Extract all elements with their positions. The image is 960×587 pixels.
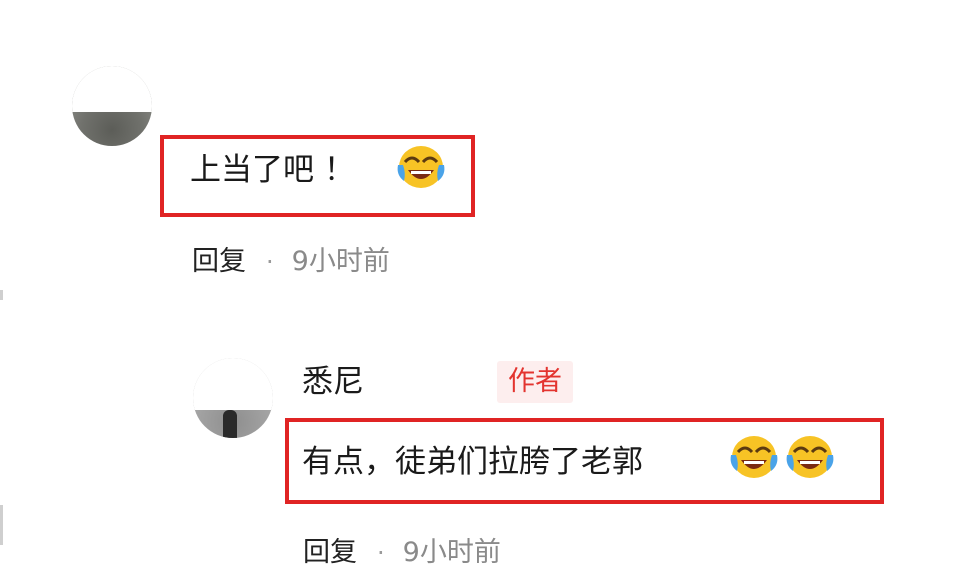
comment-meta: 回复 · 9小时前 bbox=[303, 536, 501, 570]
edge-artifact bbox=[0, 290, 3, 300]
meta-separator: · bbox=[377, 539, 385, 567]
author-badge: 作者 bbox=[497, 361, 573, 403]
comment-timestamp: 9小时前 bbox=[402, 537, 501, 568]
reply-button[interactable]: 回复 bbox=[192, 245, 246, 279]
reply-button[interactable]: 回复 bbox=[303, 536, 357, 570]
crying-laughing-emoji-icon bbox=[786, 436, 834, 478]
commenter-avatar[interactable] bbox=[72, 66, 152, 146]
comment-timestamp: 9小时前 bbox=[291, 246, 390, 277]
avatar-figure bbox=[223, 410, 237, 438]
comment-meta: 回复 · 9小时前 bbox=[192, 245, 390, 279]
edge-artifact bbox=[0, 505, 3, 545]
crying-laughing-emoji-icon bbox=[730, 436, 778, 478]
comment-text: 有点，徒弟们拉胯了老郭 bbox=[302, 444, 643, 480]
author-avatar[interactable] bbox=[193, 358, 273, 438]
author-name[interactable]: 悉尼 bbox=[302, 362, 364, 402]
comment-thread: 上当了吧 ！ 回复 · 9小时前 悉尼 作者 有点，徒弟们拉胯了老郭 回复 · … bbox=[0, 0, 960, 587]
comment-text: 上当了吧 ！ bbox=[190, 152, 355, 188]
meta-separator: · bbox=[266, 248, 274, 276]
crying-laughing-emoji-icon bbox=[397, 146, 445, 188]
